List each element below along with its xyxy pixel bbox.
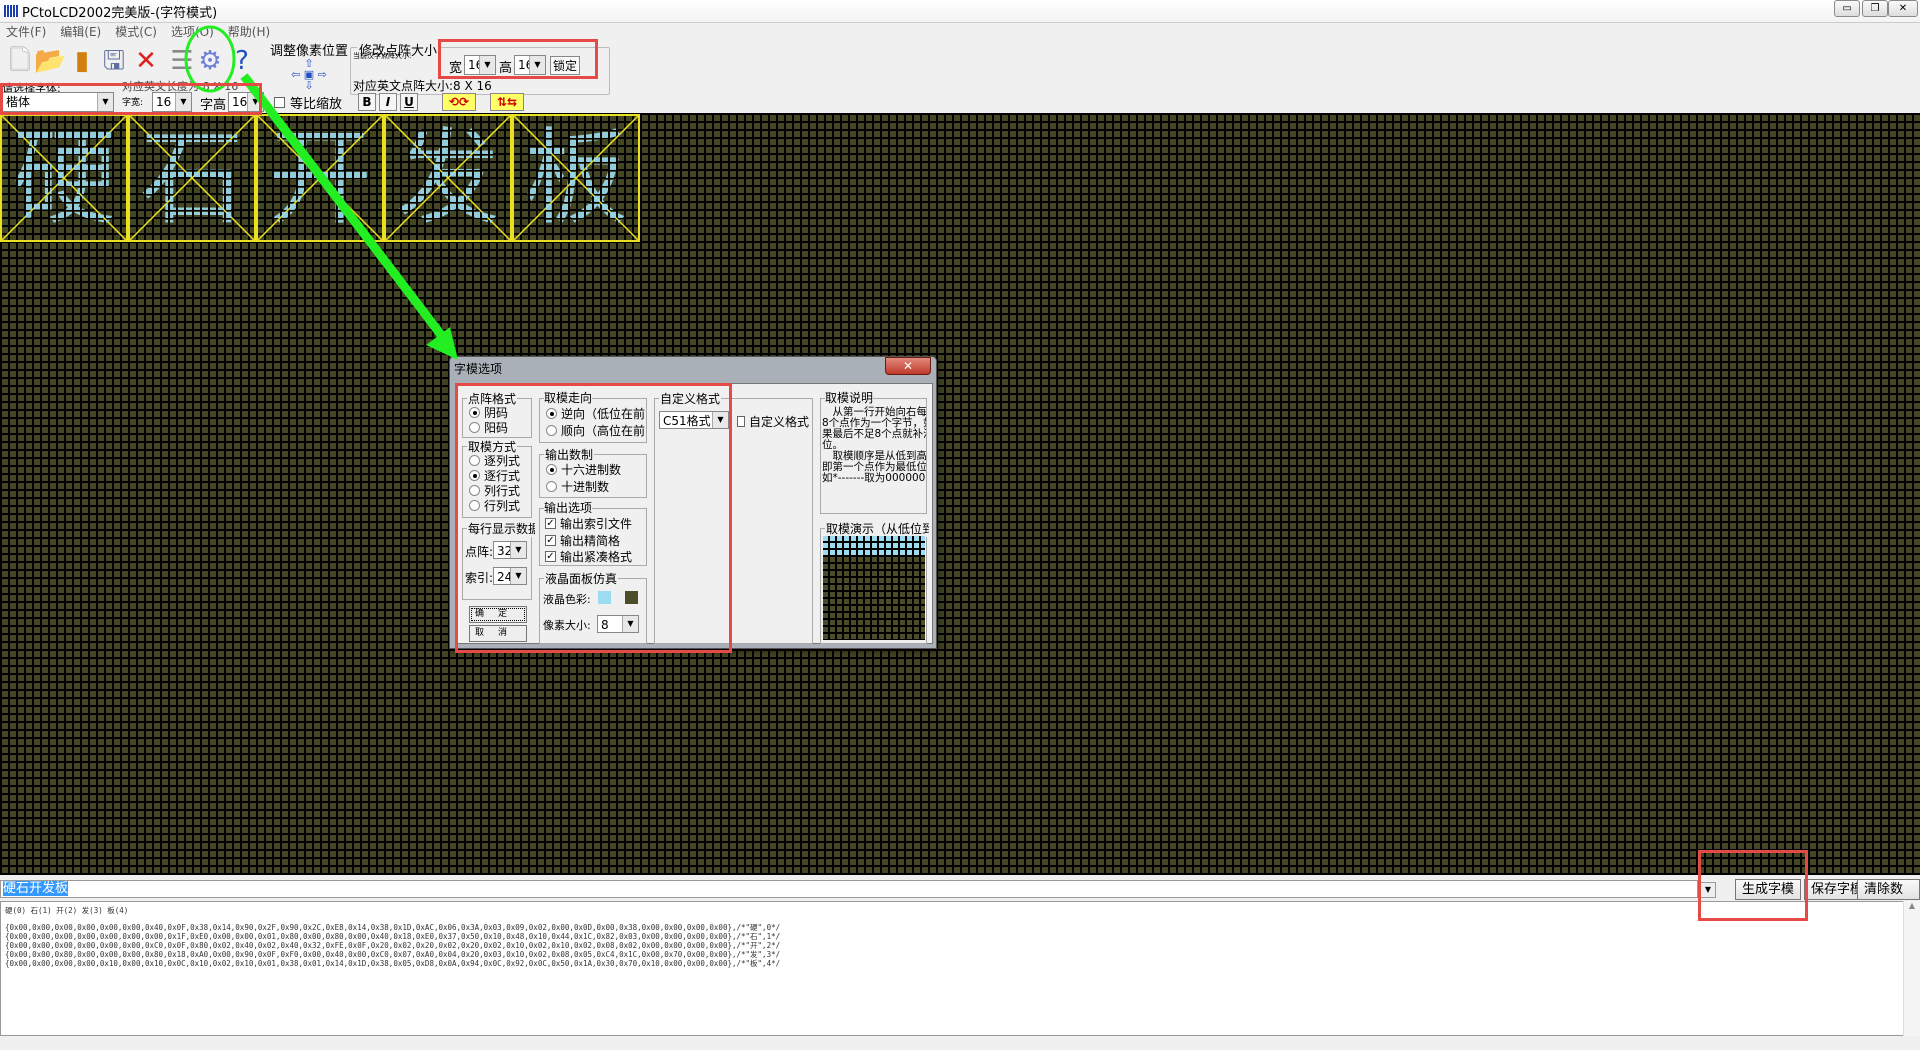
- highlight-box-dialog: [455, 383, 732, 653]
- menu-bar: 文件(F) 编辑(E) 模式(C) 选项(O) 帮助(H): [0, 22, 1920, 40]
- text-input[interactable]: 硬石开发板: [0, 880, 1698, 898]
- menu-mode[interactable]: 模式(C): [115, 23, 157, 40]
- description-group: 从第一行开始向右每取8个点作为一个字节，如果最后不足8个点就补满8位。 取模顺序…: [820, 398, 927, 514]
- glyph-char: 板: [523, 117, 628, 239]
- open-folder-icon[interactable]: 📂: [34, 44, 66, 78]
- current-size-label: 当前汉字点阵大小:: [353, 52, 412, 60]
- description-label: 取模说明: [825, 389, 874, 406]
- output-textarea[interactable]: 硬(0) 石(1) 开(2) 发(3) 板(4) {0x00,0x00,0x00…: [0, 901, 1920, 1036]
- glyph-cell[interactable]: 石: [128, 114, 256, 242]
- bold-button[interactable]: B: [358, 93, 376, 111]
- hex-line: {0x00,0x00,0x00,0x00,0x00,0x00,0x40,0x0F…: [5, 923, 781, 932]
- checkbox-icon: [737, 416, 745, 427]
- save-as-icon[interactable]: 🖫: [98, 44, 130, 78]
- glyph-char: 发: [395, 117, 500, 239]
- group-label: 取模演示（从低位到高位）: [825, 520, 929, 537]
- hex-line: {0x00,0x00,0x00,0x00,0x00,0x00,0x00,0x1F…: [5, 932, 781, 941]
- output-scrollbar[interactable]: ▲: [1903, 901, 1920, 1036]
- delete-icon[interactable]: ✕: [130, 44, 162, 78]
- proportional-label: 等比缩放: [290, 97, 343, 112]
- glyph-char: 开: [267, 117, 372, 239]
- glyph-cell[interactable]: 开: [256, 114, 384, 242]
- hex-line: {0x00,0x00,0x00,0x00,0x00,0x00,0xC0,0x0F…: [5, 941, 781, 950]
- app-logo-icon: [4, 5, 18, 17]
- glyph-char: 石: [139, 117, 244, 239]
- hex-line: {0x00,0x00,0x00,0x00,0x10,0x00,0x10,0x0C…: [5, 959, 781, 968]
- text-input-value: 硬石开发板: [3, 881, 69, 896]
- menu-edit[interactable]: 编辑(E): [60, 23, 101, 40]
- restore-button[interactable]: ❐: [1862, 0, 1888, 17]
- highlight-box-size: [438, 39, 598, 79]
- output-panel: 硬石开发板 ▼ 生成字模 保存字模 清除数据 硬(0) 石(1) 开(2) 发(…: [0, 875, 1920, 1050]
- new-file-icon[interactable]: 🗋: [4, 44, 36, 78]
- demo-preview-grid: [823, 536, 925, 640]
- glyph-char: 硬: [11, 117, 116, 239]
- flip-icon[interactable]: ⇅⇆: [490, 93, 524, 111]
- toolbar: 🗋 📂 ▮ 🖫 ✕ ☰ ⚙ ? 调整像素位置 ⇧ ⇦ ▣ ⇨ ⇩ 修改点阵大小 当前…: [0, 40, 1920, 113]
- option-label: 自定义格式: [748, 415, 809, 429]
- glyph-cell[interactable]: 硬: [0, 114, 128, 242]
- help-icon[interactable]: ?: [226, 44, 258, 78]
- index-line: 硬(0) 石(1) 开(2) 发(3) 板(4): [5, 906, 129, 915]
- minimize-button[interactable]: ▭: [1834, 0, 1860, 17]
- save-icon[interactable]: ▮: [66, 44, 98, 78]
- title-bar: PCtoLCD2002完美版-(字符模式) ▭ ❐ ✕: [0, 0, 1920, 22]
- pixel-canvas[interactable]: 硬 石 开 发 板: [0, 113, 1920, 875]
- italic-button[interactable]: I: [379, 93, 397, 111]
- rotate-icon[interactable]: ⟲⟳: [442, 93, 476, 111]
- demo-group: 取模演示（从低位到高位）: [820, 520, 929, 644]
- dialog-close-button[interactable]: ✕: [885, 357, 931, 375]
- custom-format-checkbox[interactable]: 自定义格式: [737, 413, 809, 430]
- glyph-cell[interactable]: 发: [384, 114, 512, 242]
- proportional-checkbox[interactable]: 等比缩放: [274, 93, 342, 112]
- window-title: PCtoLCD2002完美版-(字符模式): [22, 5, 218, 21]
- dialog-title: 字模选项: [454, 362, 503, 376]
- description-text: 从第一行开始向右每取8个点作为一个字节，如果最后不足8个点就补满8位。 取模顺序…: [822, 406, 927, 484]
- checkbox-icon: [274, 97, 285, 108]
- settings-gear-icon[interactable]: ⚙: [194, 44, 226, 78]
- menu-file[interactable]: 文件(F): [6, 23, 46, 40]
- english-size-label: 对应英文点阵大小:8 X 16: [353, 79, 492, 93]
- underline-button[interactable]: U: [400, 93, 418, 111]
- menu-options[interactable]: 选项(O): [171, 23, 214, 40]
- clear-data-button[interactable]: 清除数据: [1857, 879, 1920, 916]
- close-button[interactable]: ✕: [1888, 0, 1918, 17]
- glyph-cell[interactable]: 板: [512, 114, 640, 242]
- menu-help[interactable]: 帮助(H): [228, 23, 270, 40]
- highlight-box-font: [0, 83, 262, 115]
- highlight-box-generate: [1698, 850, 1808, 921]
- hex-line: {0x00,0x00,0x80,0x00,0x00,0x00,0x80,0x18…: [5, 950, 781, 959]
